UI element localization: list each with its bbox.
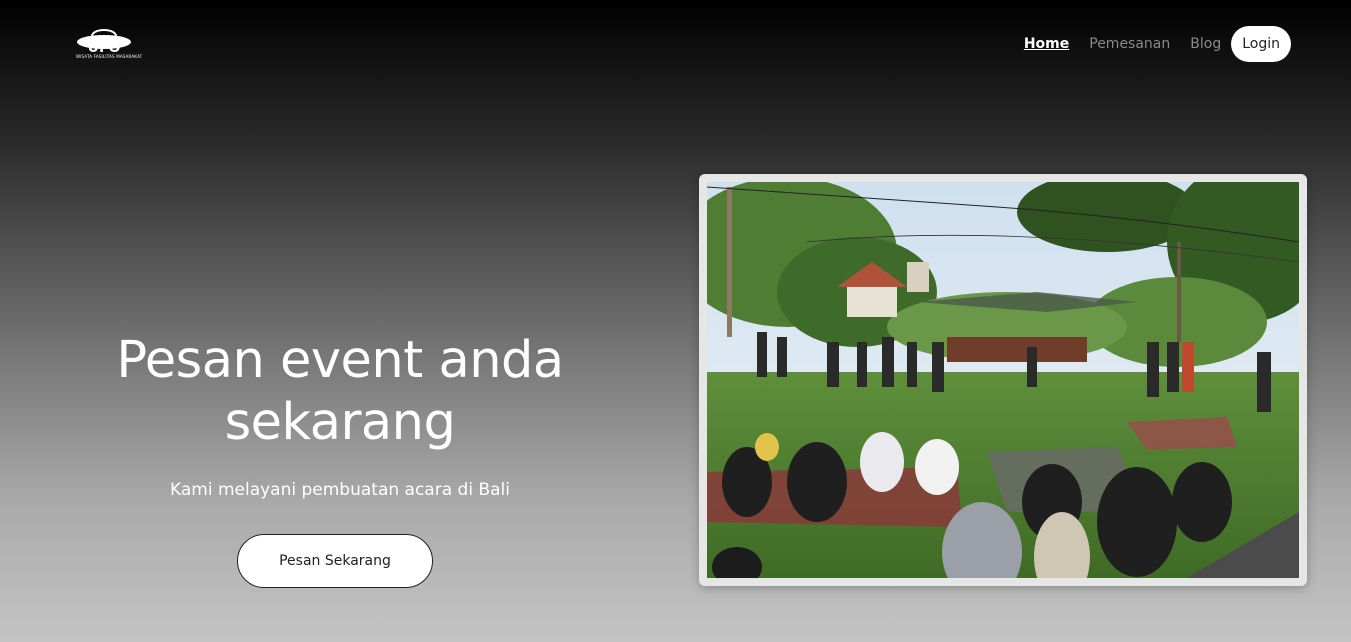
navbar: UFO WISATA FASILITAS MASARAKAT Home Peme… bbox=[0, 0, 1351, 88]
hero-title-line2: sekarang bbox=[224, 393, 456, 452]
logo-subtext: WISATA FASILITAS MASARAKAT bbox=[76, 54, 143, 59]
nav-blog-link[interactable]: Blog bbox=[1190, 36, 1221, 52]
nav-pemesanan-link[interactable]: Pemesanan bbox=[1089, 36, 1170, 52]
hero-text: Pesan event anda sekarang Kami melayani … bbox=[90, 330, 590, 500]
nav-links: Home Pemesanan Blog Login bbox=[1024, 26, 1291, 62]
hero-title-line1: Pesan event anda bbox=[116, 331, 564, 390]
brand-logo[interactable]: UFO WISATA FASILITAS MASARAKAT bbox=[74, 26, 142, 62]
order-now-button[interactable]: Pesan Sekarang bbox=[237, 534, 433, 588]
nav-home-link[interactable]: Home bbox=[1024, 36, 1069, 52]
login-button[interactable]: Login bbox=[1231, 26, 1291, 62]
event-photo-illustration bbox=[707, 182, 1299, 578]
hero-subtitle: Kami melayani pembuatan acara di Bali bbox=[170, 480, 510, 500]
event-photo bbox=[707, 182, 1299, 578]
hero-title: Pesan event anda sekarang bbox=[90, 330, 590, 454]
hero-image-card bbox=[699, 174, 1307, 586]
